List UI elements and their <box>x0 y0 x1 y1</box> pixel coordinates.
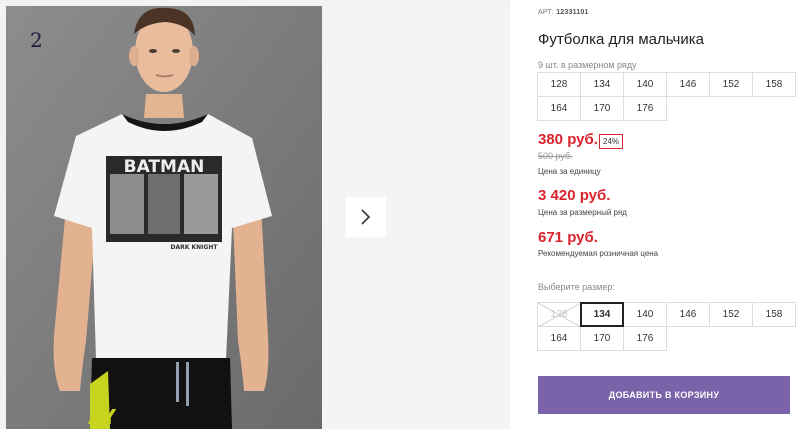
retail-price: 671 руб. <box>538 229 598 246</box>
article-value: 12331101 <box>556 9 589 16</box>
size-selector: 128 134 140 146 152 158 164 170 176 <box>537 302 796 351</box>
size-option-164[interactable]: 164 <box>537 326 581 351</box>
tshirt-print-subtitle: DARK KNIGHT <box>171 244 219 251</box>
size-row-grid: 128 134 140 146 152 158 164 170 176 <box>537 72 796 121</box>
unit-price-caption: Цена за единицу <box>538 167 601 176</box>
add-to-cart-button[interactable]: ДОБАВИТЬ В КОРЗИНУ <box>538 376 790 414</box>
unit-price: 380 руб. <box>538 131 598 148</box>
size-row-cell: 140 <box>623 72 667 97</box>
size-option-128: 128 <box>537 302 581 327</box>
old-price: 500 руб. <box>538 151 573 161</box>
product-photo[interactable]: BATMAN DARK KNIGHT AY 2 <box>6 6 322 429</box>
choose-size-label: Выберите размер: <box>538 282 615 292</box>
next-photo-button[interactable] <box>346 197 386 237</box>
article-number: АРТ: 12331101 <box>538 9 589 16</box>
retail-price-caption: Рекомендуемая розничная цена <box>538 249 659 258</box>
size-option-134[interactable]: 134 <box>580 302 624 327</box>
product-gallery: BATMAN DARK KNIGHT AY 2 <box>0 0 510 429</box>
size-option-146[interactable]: 146 <box>666 302 710 327</box>
size-option-170[interactable]: 170 <box>580 326 624 351</box>
unavailable-cross-icon <box>538 303 581 327</box>
tshirt-print-title: BATMAN <box>124 157 205 177</box>
row-price: 3 420 руб. <box>538 187 611 204</box>
shorts-print: AY <box>88 405 117 429</box>
size-row-cell: 152 <box>709 72 753 97</box>
chevron-right-icon <box>361 209 371 225</box>
product-title: Футболка для мальчика <box>538 31 704 48</box>
size-row-cell: 128 <box>537 72 581 97</box>
size-row-cell: 170 <box>580 96 624 121</box>
size-count-text: 9 шт. в размерном ряду <box>538 60 637 70</box>
size-option-176[interactable]: 176 <box>623 326 667 351</box>
size-option-158[interactable]: 158 <box>752 302 796 327</box>
size-option-140[interactable]: 140 <box>623 302 667 327</box>
size-row-cell: 146 <box>666 72 710 97</box>
row-price-caption: Цена за размерный ряд <box>538 208 627 217</box>
photo-index: 2 <box>30 28 43 52</box>
article-label: АРТ: <box>538 9 555 16</box>
size-option-152[interactable]: 152 <box>709 302 753 327</box>
boy-in-tshirt-image: BATMAN DARK KNIGHT AY <box>6 6 322 429</box>
size-row-cell: 176 <box>623 96 667 121</box>
size-row-cell: 134 <box>580 72 624 97</box>
discount-badge: 24% <box>599 134 624 149</box>
size-row-cell: 158 <box>752 72 796 97</box>
size-row-cell: 164 <box>537 96 581 121</box>
